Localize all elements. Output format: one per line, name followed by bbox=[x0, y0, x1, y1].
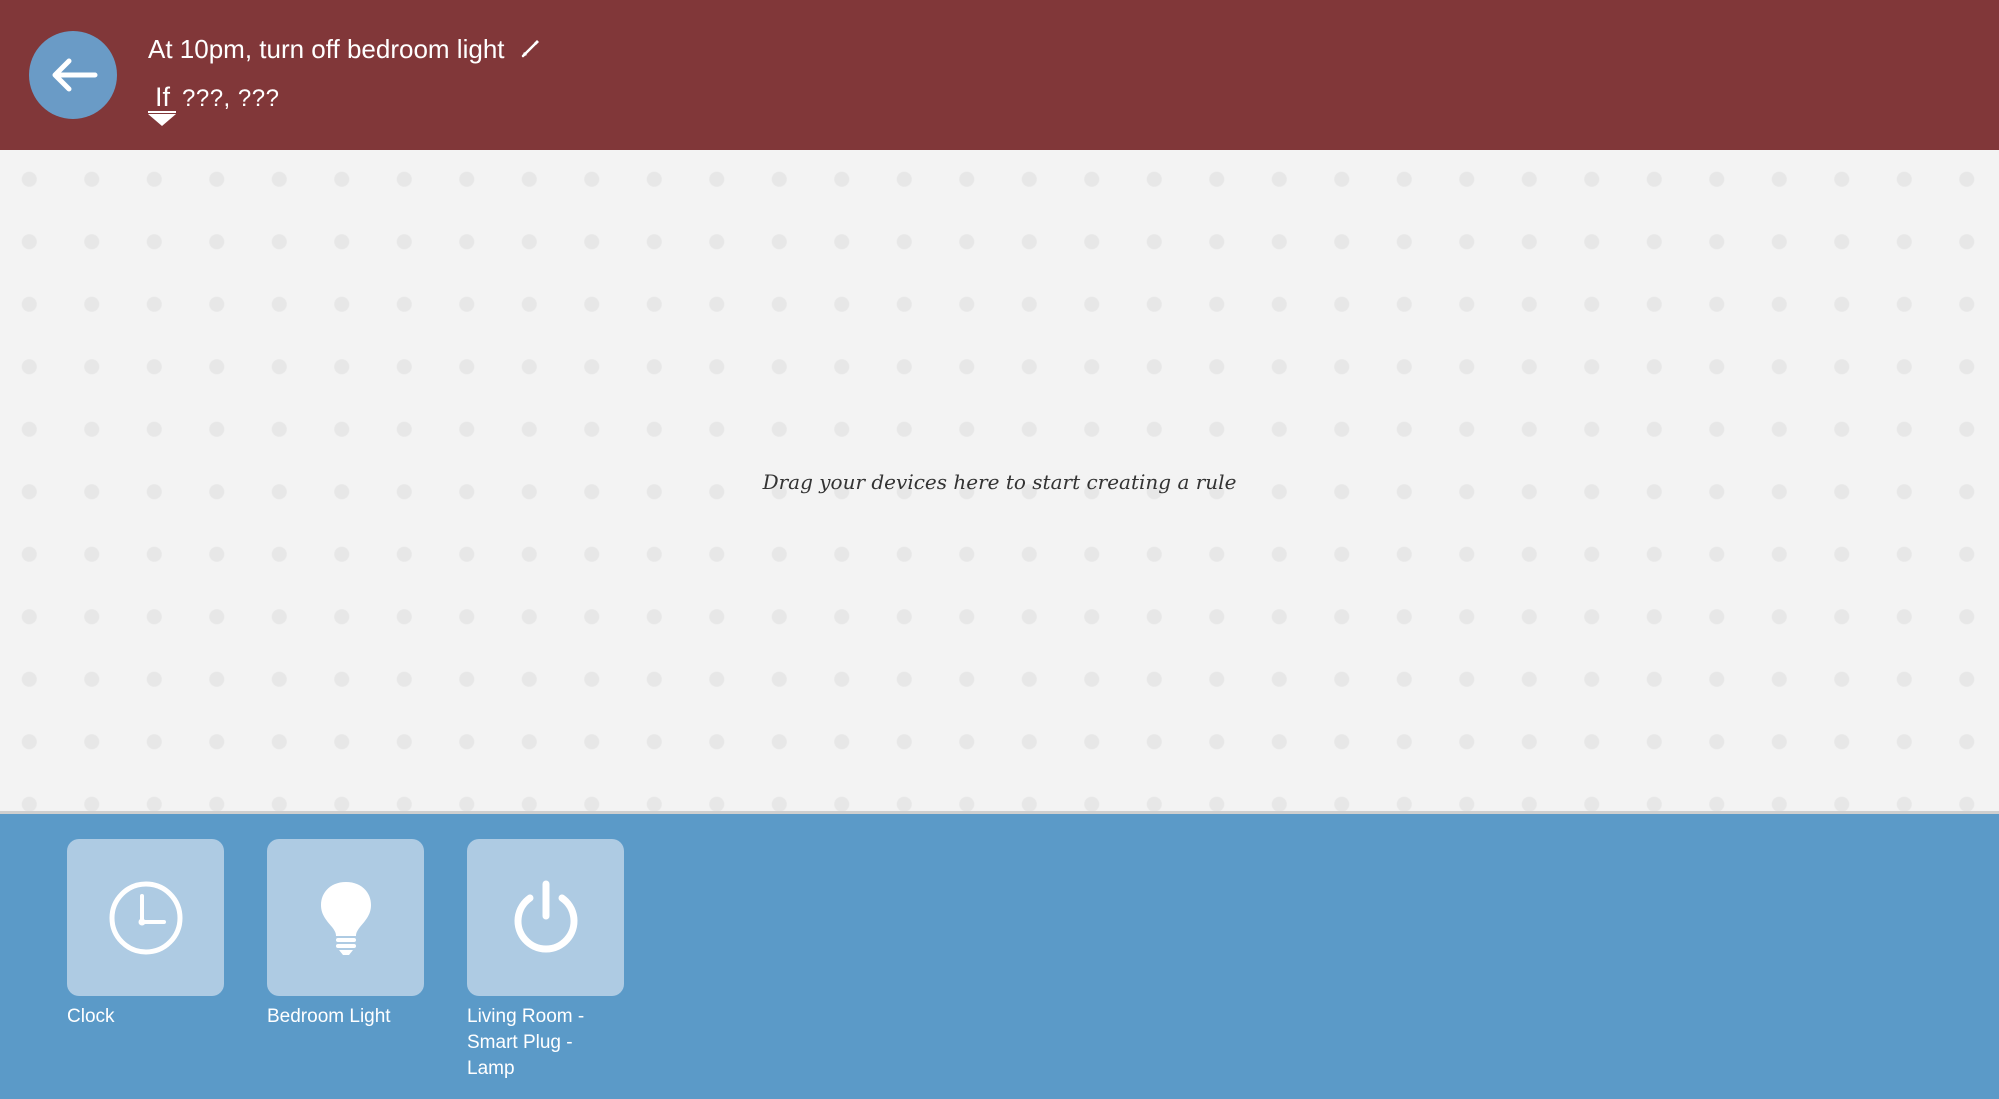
rule-header: At 10pm, turn off bedroom light If ???, … bbox=[0, 0, 1999, 150]
power-icon bbox=[514, 880, 577, 952]
rule-editor: At 10pm, turn off bedroom light If ???, … bbox=[0, 0, 1999, 1099]
rule-title[interactable]: At 10pm, turn off bedroom light bbox=[148, 32, 505, 66]
lightbulb-icon bbox=[320, 881, 371, 955]
arrow-left-icon bbox=[52, 58, 98, 92]
device-living-room-smart-plug[interactable]: Living Room - Smart Plug - Lamp bbox=[467, 839, 624, 1082]
pencil-icon[interactable] bbox=[519, 38, 541, 60]
device-label: Bedroom Light bbox=[267, 1006, 391, 1027]
device-bedroom-light[interactable]: Bedroom Light bbox=[267, 839, 424, 1030]
back-button[interactable] bbox=[29, 31, 117, 119]
device-clock[interactable]: Clock bbox=[67, 839, 224, 1030]
device-tile[interactable] bbox=[67, 839, 224, 996]
clock-icon bbox=[109, 881, 182, 954]
if-select[interactable]: If bbox=[155, 80, 174, 114]
if-select-underline bbox=[148, 111, 176, 113]
rule-canvas[interactable]: Drag your devices here to start creating… bbox=[0, 150, 1999, 814]
device-label: Living Room - Smart Plug - Lamp bbox=[467, 1006, 585, 1079]
device-tile[interactable] bbox=[467, 839, 624, 996]
canvas-hint: Drag your devices here to start creating… bbox=[762, 470, 1237, 494]
rule-summary-text: ???, ??? bbox=[182, 85, 280, 112]
chevron-down-icon[interactable] bbox=[148, 114, 176, 126]
device-label: Clock bbox=[67, 1006, 115, 1027]
rule-title-row: At 10pm, turn off bedroom light bbox=[148, 32, 541, 66]
device-tile[interactable] bbox=[267, 839, 424, 996]
device-palette: Clock Bedroom Light Living Room - Smart … bbox=[0, 814, 1999, 1099]
